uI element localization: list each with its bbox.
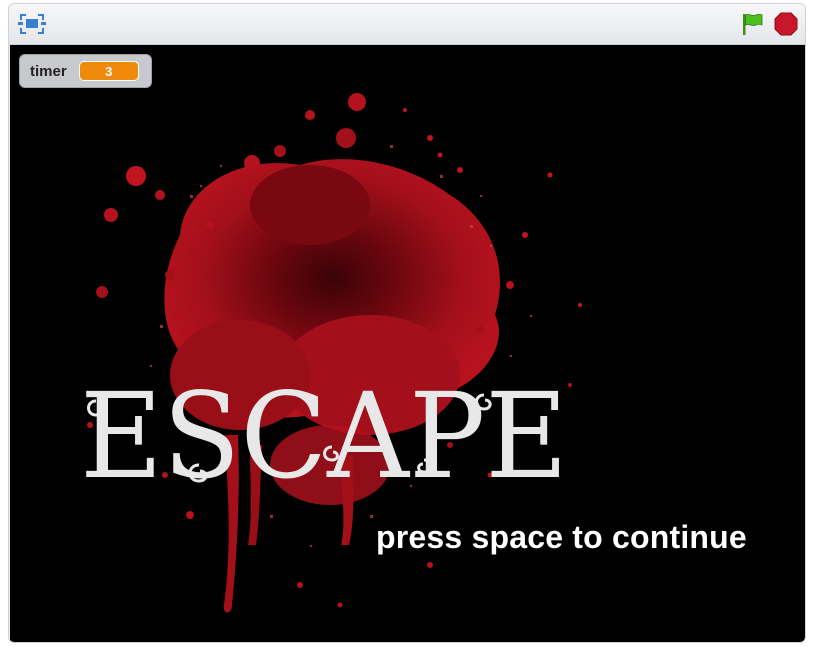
escape-logo-text: ESCAPE	[80, 367, 568, 495]
escape-logo: ESCAPE	[80, 367, 568, 495]
timer-monitor-label: timer	[30, 62, 67, 80]
timer-monitor[interactable]: timer 3	[19, 54, 152, 88]
green-flag-icon[interactable]	[739, 11, 765, 37]
player-toolbar	[9, 4, 805, 45]
fullscreen-icon[interactable]	[17, 10, 47, 38]
stage[interactable]: timer 3 ESCAPE press space to continue	[10, 45, 805, 642]
press-space-prompt: press space to continue	[376, 519, 747, 555]
stop-icon[interactable]	[773, 11, 799, 37]
scratch-player: timer 3 ESCAPE press space to continue	[8, 3, 806, 643]
timer-monitor-value: 3	[78, 61, 139, 81]
